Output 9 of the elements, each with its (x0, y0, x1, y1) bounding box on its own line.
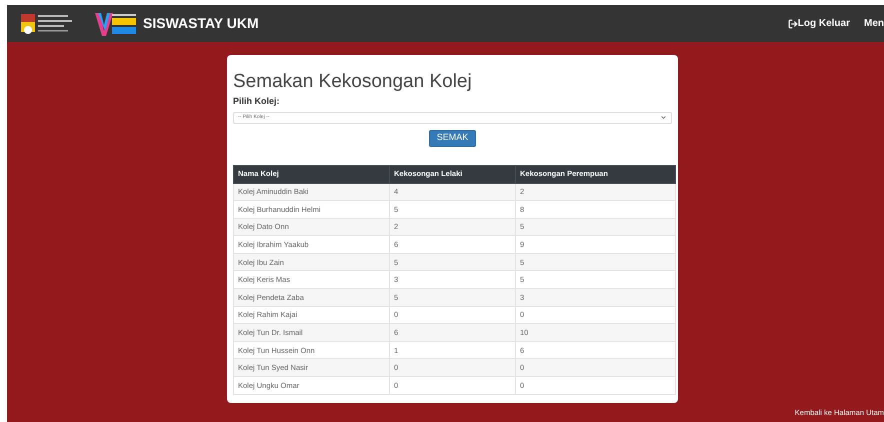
chevron-icon (660, 114, 667, 121)
campaign-logo (95, 10, 137, 36)
menu-link[interactable]: Men (864, 16, 884, 31)
logout-link[interactable]: Log Keluar (788, 16, 850, 31)
brand-title[interactable]: SISWASTAY UKM (143, 13, 259, 34)
sign-out-icon (788, 18, 798, 28)
check-button[interactable]: SEMAK (428, 130, 476, 146)
select-label: Pilih Kolej: (233, 95, 281, 108)
page-title: Semakan Kekosongan Kolej (233, 71, 473, 93)
